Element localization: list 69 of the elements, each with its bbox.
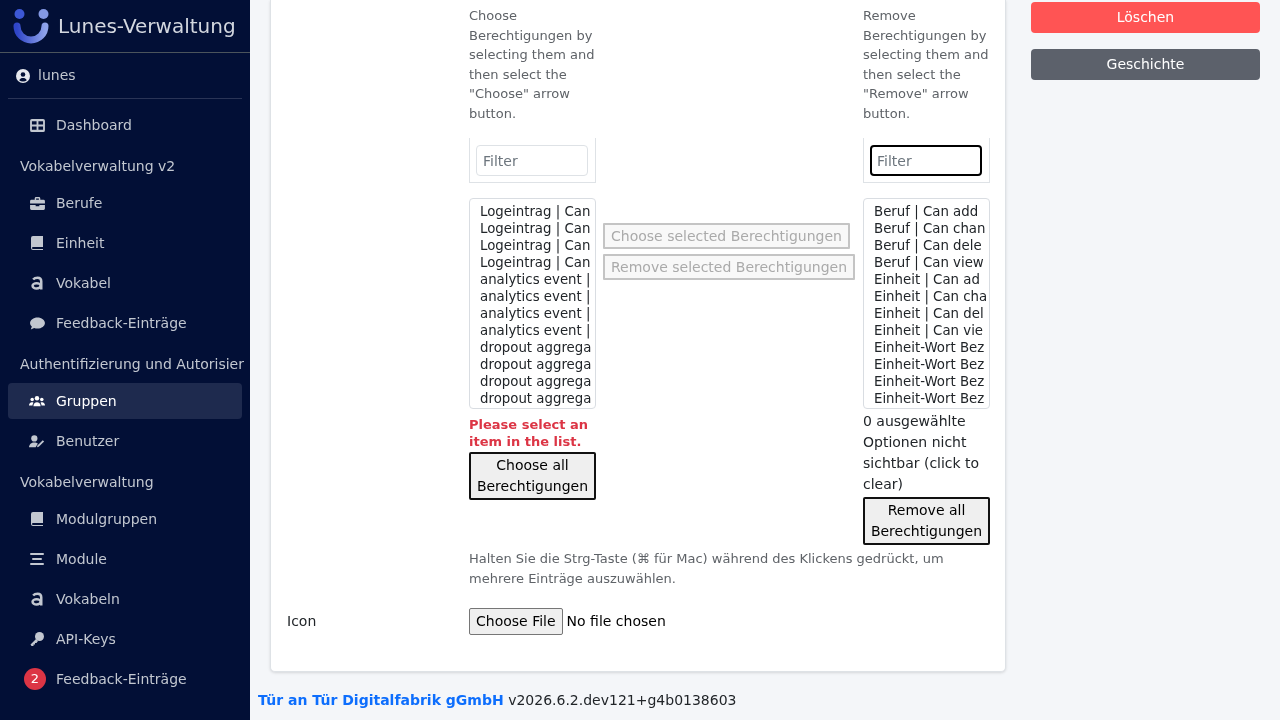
list-option[interactable]: Logeintrag | Can: [470, 254, 595, 271]
hidden-options-note[interactable]: 0 ausgewählte Optionen nicht sichtbar (click to clear): [863, 411, 990, 495]
lines-icon: [30, 553, 44, 565]
list-option[interactable]: analytics event |: [470, 322, 595, 339]
list-option[interactable]: dropout aggrega: [470, 373, 595, 390]
count-badge: 2: [24, 668, 46, 690]
history-button[interactable]: Geschichte: [1031, 49, 1260, 80]
sidebar-item[interactable]: API-Keys: [8, 621, 242, 657]
sidebar-heading: Authentifizierung und Autorisier: [19, 354, 245, 374]
choose-all-button[interactable]: Choose all Berechtigungen: [469, 452, 596, 500]
list-option[interactable]: Einheit-Wort Bez: [864, 339, 989, 356]
user-name[interactable]: lunes: [38, 65, 76, 86]
sidebar-item[interactable]: Feedback-Einträge: [8, 305, 242, 341]
remove-all-button[interactable]: Remove all Berechtigungen: [863, 497, 990, 545]
sidebar-item[interactable]: Module: [8, 541, 242, 577]
sidebar-item[interactable]: Vokabel: [8, 265, 242, 301]
list-option[interactable]: analytics event |: [470, 271, 595, 288]
version-text: v2026.6.2.dev121+g4b0138603: [508, 692, 737, 708]
help-text: Choose Berechtigungen by selecting them and then select the "Choose" arrow button.: [469, 7, 596, 123]
sidebar-item[interactable]: Vokabeln: [8, 581, 242, 617]
list-option[interactable]: Einheit | Can del: [864, 305, 989, 322]
sidebar-heading: Vokabelverwaltung: [19, 472, 155, 492]
users-icon: [29, 395, 45, 407]
help-text: Remove Berechtigungen by selecting them and then select the "Remove" arrow button.: [863, 7, 990, 123]
letter-a-icon: [31, 276, 43, 290]
list-option[interactable]: Logeintrag | Can: [470, 203, 595, 220]
app-title: Lunes-Verwaltung: [58, 13, 236, 40]
list-option[interactable]: dropout aggrega: [470, 339, 595, 356]
list-option[interactable]: dropout aggrega: [470, 390, 595, 407]
logo-icon: [12, 7, 50, 45]
sidebar-item[interactable]: Modulgruppen: [8, 501, 242, 537]
book-icon: [31, 236, 43, 250]
list-option[interactable]: Beruf | Can view: [864, 254, 989, 271]
list-option[interactable]: Beruf | Can chan: [864, 220, 989, 237]
list-option[interactable]: Einheit | Can vie: [864, 322, 989, 339]
letter-a-icon: [31, 592, 43, 606]
help-text: Halten Sie die Strg-Taste (⌘ für Mac) während des Klickens gedrückt, um mehrere Einträge auszuwählen.: [469, 550, 945, 588]
list-option[interactable]: Einheit | Can ad: [864, 271, 989, 288]
list-option[interactable]: dropout aggrega: [470, 356, 595, 373]
filter-field[interactable]: Filter: [870, 145, 982, 176]
list-option[interactable]: Beruf | Can dele: [864, 237, 989, 254]
list-option[interactable]: Beruf | Can add: [864, 203, 989, 220]
company-link[interactable]: Tür an Tür Digitalfabrik gGmbH: [258, 692, 504, 708]
sidebar-item[interactable]: Einheit: [8, 225, 242, 261]
field-label: Icon: [287, 613, 317, 629]
list-option[interactable]: Logeintrag | Can: [470, 220, 595, 237]
list-option[interactable]: Einheit-Wort Bez: [864, 356, 989, 373]
speech-bubble-icon: [29, 316, 45, 330]
list-option[interactable]: Logeintrag | Can: [470, 237, 595, 254]
sidebar-item[interactable]: Dashboard: [8, 107, 242, 143]
grid-icon: [29, 118, 45, 132]
file-button[interactable]: Choose File: [469, 608, 563, 635]
list-option[interactable]: analytics event |: [470, 288, 595, 305]
user-circle-icon: [16, 68, 30, 83]
list-option[interactable]: Einheit | Can cha: [864, 288, 989, 305]
briefcase-icon: [29, 196, 45, 210]
book-icon: [31, 512, 43, 526]
user-pen-icon: [29, 434, 45, 448]
list-option[interactable]: Einheit-Wort Bez: [864, 390, 989, 407]
sidebar-heading: Vokabelverwaltung v2: [19, 156, 177, 176]
sidebar-item[interactable]: Berufe: [8, 185, 242, 221]
list-option[interactable]: analytics event |: [470, 305, 595, 322]
sidebar-item[interactable]: Gruppen: [8, 383, 242, 419]
file-status: No file chosen: [566, 612, 666, 631]
key-icon: [30, 632, 44, 646]
list-option[interactable]: Einheit-Wort Bez: [864, 373, 989, 390]
error-message: Please select an item in the list.: [469, 416, 589, 450]
sidebar-item[interactable]: Benutzer: [8, 423, 242, 459]
sidebar-item[interactable]: 2 Feedback-Einträge: [8, 661, 242, 697]
